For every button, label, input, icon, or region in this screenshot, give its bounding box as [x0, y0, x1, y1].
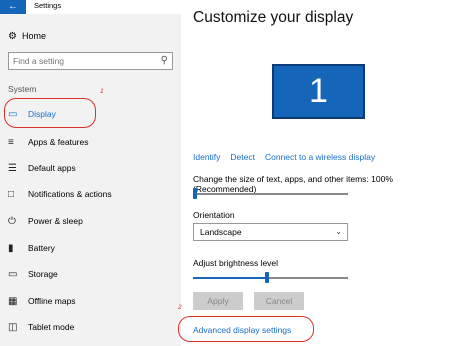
notification-icon: □ [8, 188, 15, 200]
home-label: Home [22, 31, 47, 41]
apps-list-icon: ≡ [8, 136, 14, 148]
sidebar-item-power-sleep[interactable]: ⏻ Power & sleep [8, 213, 178, 229]
default-apps-icon: ☰ [8, 162, 17, 174]
slider-track [193, 193, 348, 195]
tablet-icon: ◫ [8, 321, 18, 333]
sidebar: ⚙ Home ⚲ System ▭ Display ≡ Apps & featu… [0, 14, 181, 346]
slider-thumb[interactable] [265, 272, 269, 283]
sidebar-item-notifications[interactable]: □ Notifications & actions [8, 186, 178, 202]
sidebar-item-storage[interactable]: ▭ Storage [8, 266, 178, 282]
cancel-button[interactable]: Cancel [254, 292, 304, 310]
search-icon[interactable]: ⚲ [161, 55, 168, 66]
monitor-number: 1 [309, 72, 328, 110]
identify-link[interactable]: Identify [193, 152, 220, 162]
sidebar-item-battery[interactable]: ▮ Battery [8, 240, 178, 256]
advanced-display-settings-link[interactable]: Advanced display settings [193, 325, 291, 335]
apply-button[interactable]: Apply [193, 292, 243, 310]
sidebar-item-label: Battery [28, 243, 55, 253]
sidebar-item-label: Power & sleep [28, 216, 83, 226]
detect-link[interactable]: Detect [230, 152, 255, 162]
power-icon: ⏻ [8, 215, 16, 227]
gear-icon: ⚙ [8, 30, 17, 42]
sidebar-item-label: Offline maps [28, 296, 76, 306]
sidebar-item-apps-features[interactable]: ≡ Apps & features [8, 134, 178, 150]
sidebar-item-label: Notifications & actions [28, 189, 112, 199]
sidebar-item-tablet-mode[interactable]: ◫ Tablet mode [8, 319, 178, 335]
sidebar-item-offline-maps[interactable]: ▦ Offline maps [8, 293, 178, 309]
search-box[interactable]: ⚲ [8, 52, 173, 70]
home-nav-item[interactable]: ⚙ Home [8, 28, 46, 44]
back-button[interactable]: ← [0, 0, 26, 14]
sidebar-item-label: Storage [28, 269, 58, 279]
window-title: Settings [34, 1, 62, 10]
wireless-display-link[interactable]: Connect to a wireless display [265, 152, 375, 162]
annotation-number-1: 1 [100, 88, 104, 95]
slider-fill [193, 277, 265, 279]
sidebar-item-label: Default apps [28, 163, 76, 173]
slider-thumb[interactable] [193, 188, 197, 199]
brightness-label: Adjust brightness level [193, 258, 279, 268]
sidebar-item-default-apps[interactable]: ☰ Default apps [8, 160, 178, 176]
orientation-value: Landscape [200, 227, 242, 237]
map-icon: ▦ [8, 295, 18, 307]
brightness-slider[interactable] [193, 272, 348, 283]
sidebar-item-label: Apps & features [28, 137, 89, 147]
battery-icon: ▮ [8, 242, 14, 254]
section-title: System [8, 84, 37, 94]
back-arrow-icon: ← [8, 1, 18, 12]
sidebar-item-label: Tablet mode [28, 322, 75, 332]
annotation-number-2: 2 [178, 304, 182, 311]
orientation-dropdown[interactable]: Landscape ⌄ [193, 223, 348, 241]
text-size-slider[interactable] [193, 188, 348, 199]
page-title: Customize your display [193, 9, 354, 26]
monitor-1-tile[interactable]: 1 [272, 64, 365, 119]
chevron-down-icon: ⌄ [335, 227, 342, 236]
display-links: Identify Detect Connect to a wireless di… [193, 152, 375, 162]
annotation-circle-display [4, 98, 96, 128]
storage-icon: ▭ [8, 268, 18, 280]
search-input[interactable] [9, 56, 149, 66]
orientation-label: Orientation [193, 210, 235, 220]
